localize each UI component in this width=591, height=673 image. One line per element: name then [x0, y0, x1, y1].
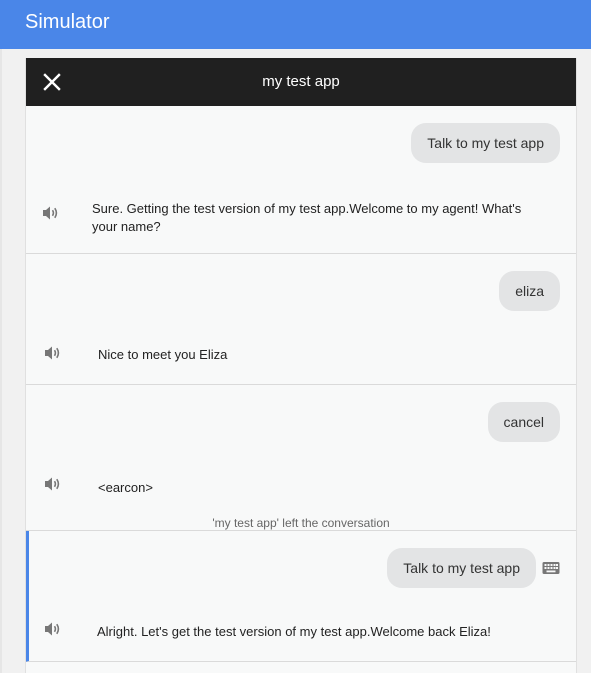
play-audio-button[interactable] — [44, 621, 62, 637]
app-bar: Simulator — [0, 0, 591, 49]
user-message-bubble[interactable]: cancel — [487, 402, 560, 442]
speaker-icon — [45, 622, 60, 636]
agent-response-text: <earcon> — [98, 480, 153, 495]
speaker-icon — [43, 206, 58, 220]
play-audio-button[interactable] — [44, 345, 62, 361]
user-message-bubble[interactable]: Talk to my test app — [411, 123, 560, 163]
left-divider — [0, 49, 2, 673]
app-title: Simulator — [25, 11, 110, 33]
agent-response-text: Sure. Getting the test version of my tes… — [92, 201, 522, 234]
panel-title: my test app — [262, 73, 340, 90]
agent-response-text: Nice to meet you Eliza — [98, 347, 228, 362]
panel-header: my test app — [26, 58, 576, 106]
user-message-bubble[interactable]: Talk to my test app — [387, 548, 536, 588]
conversation-turn: eliza Nice to meet you Eliza — [26, 254, 576, 385]
speaker-icon — [45, 477, 60, 491]
speaker-icon — [45, 346, 60, 360]
keyboard-input-button[interactable] — [542, 561, 560, 575]
play-audio-button[interactable] — [42, 205, 60, 221]
conversation-panel[interactable]: my test app Talk to my test app Sure. Ge… — [25, 58, 577, 673]
conversation-ended-note: 'my test app' left the conversation — [212, 516, 390, 530]
conversation-turn-active: Talk to my test app — [26, 531, 576, 662]
user-message-bubble[interactable]: eliza — [499, 271, 560, 311]
play-audio-button[interactable] — [44, 476, 62, 492]
conversation-turn: cancel <earcon> 'my test app' left the c… — [26, 385, 576, 531]
keyboard-icon — [542, 562, 560, 574]
conversation-turn: Talk to my test app Sure. Getting the te… — [26, 106, 576, 254]
